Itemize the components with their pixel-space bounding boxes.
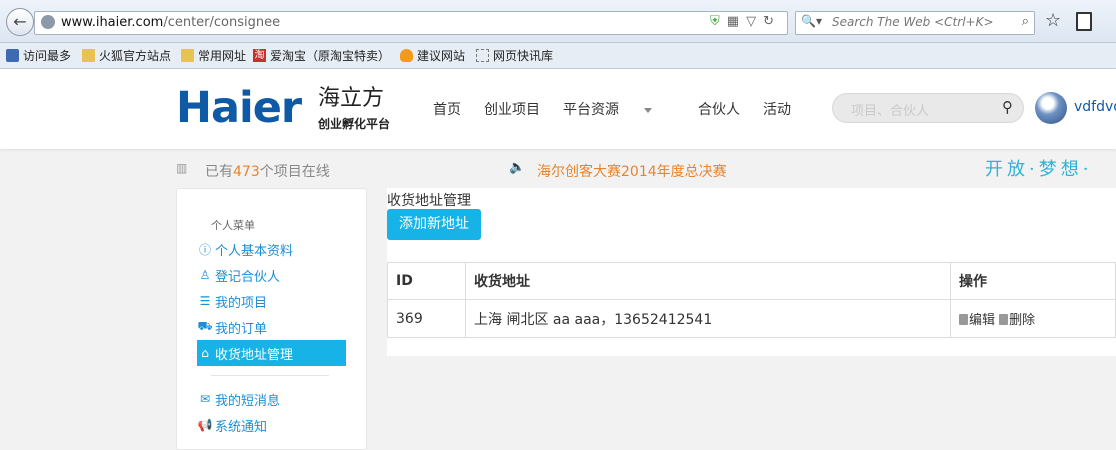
url-host: www.ihaier.com [61,15,164,30]
taobao-icon: 淘 [253,49,266,62]
bullhorn-icon: 📢 [197,418,213,432]
address-table: ID 收货地址 操作 369 上海 闸北区 aa aaa，13652412541… [387,262,1116,338]
edit-link[interactable]: 编辑 [959,313,995,328]
trash-icon [999,314,1009,325]
site-search-input[interactable]: 项目、合伙人 ⚲ [832,93,1024,123]
reload-icon[interactable]: ↻ [763,14,781,29]
reading-list-icon[interactable] [1076,12,1092,31]
sidebar-item-my-orders[interactable]: ⛟ 我的订单 [197,314,346,340]
dropdown-icon[interactable]: ▽ [746,14,763,29]
sidebar-item-my-projects[interactable]: ☰ 我的项目 [197,288,346,314]
qr-icon[interactable]: ▦ [727,14,746,29]
menu-title: 个人菜单 [211,219,255,232]
search-icon[interactable]: ⚲ [1002,98,1013,116]
logo-subtitle: 创业孵化平台 [318,117,391,131]
bar-chart-icon: ▥ [176,161,188,175]
search-engine-icon[interactable]: 🔍▾ [801,14,822,28]
cell-id: 369 [387,299,466,338]
url-path: /center/consignee [163,15,281,30]
bookmark-suggested-sites[interactable]: 建议网站 [400,47,465,64]
bookmark-folder-icon [6,49,19,62]
trash-icon [959,314,968,325]
sidebar-item-address[interactable]: ⌂ 收货地址管理 [197,340,346,366]
user-icon: ♙ [199,268,211,282]
shield-icon[interactable]: ⛨ [710,14,727,29]
nav-home[interactable]: 首页 [433,99,461,119]
haier-logo[interactable]: Haier [176,83,302,133]
bookmark-firefox-site[interactable]: 火狐官方站点 [82,47,171,64]
nav-events[interactable]: 活动 [763,99,791,119]
sidebar-item-register-partner[interactable]: ♙ 登记合伙人 [197,262,346,288]
url-text[interactable]: www.ihaier.com/center/consignee [61,15,280,30]
personal-menu: 个人菜单 ⓘ 个人基本资料 ♙ 登记合伙人 ☰ 我的项目 ⛟ 我的订单 ⌂ 收货地址管理 … [176,188,367,450]
page-title: 收货地址管理 [387,193,471,209]
caret-down-icon [644,107,652,113]
envelope-icon: ✉ [199,392,211,406]
browser-search-box[interactable]: 🔍▾ Search The Web <Ctrl+K> ⌕ [795,11,1035,35]
bookmark-common-sites[interactable]: 常用网址 [181,47,246,64]
address-panel: 收货地址管理 添加新地址 ID 收货地址 操作 369 上海 闸北区 aa aa… [387,188,1116,356]
cell-actions: 编辑 删除 [950,299,1116,338]
cell-address: 上海 闸北区 aa aaa，13652412541 [465,299,951,338]
bookmarks-bar: 访问最多 火狐官方站点 常用网址 淘爱淘宝（原淘宝特卖） 建议网站 网页快讯库 [0,43,1116,69]
nav-resources-label: 平台资源 [563,102,619,118]
info-icon: ⓘ [198,242,211,257]
cart-icon: ⛟ [197,319,213,333]
globe-icon [41,15,55,29]
folder-icon [82,49,95,62]
browser-search-placeholder: Search The Web <Ctrl+K> [832,15,994,29]
search-go-icon[interactable]: ⌕ [1022,14,1029,29]
bookmark-web-slices[interactable]: 网页快讯库 [476,47,553,64]
nav-projects[interactable]: 创业项目 [484,99,540,119]
column-header-id: ID [387,262,466,300]
site-header: Haier 海立方 创业孵化平台 首页 创业项目 平台资源 合伙人 活动 项目、… [0,69,1116,149]
sidebar-item-notifications[interactable]: 📢 系统通知 [197,412,346,438]
logo-chinese-name: 海立方 [318,86,385,111]
project-count: 473 [233,164,260,180]
sidebar-item-messages[interactable]: ✉ 我的短消息 [197,386,346,412]
column-header-address: 收货地址 [465,262,951,300]
back-button[interactable]: ← [6,8,34,36]
nav-partners[interactable]: 合伙人 [698,99,740,119]
table-header-row: ID 收货地址 操作 [387,262,1116,300]
column-header-actions: 操作 [950,262,1116,300]
home-icon: ⌂ [201,346,209,360]
web-slice-icon [476,49,489,62]
bookmark-star-icon[interactable]: ☆ [1045,10,1061,31]
add-address-button[interactable]: 添加新地址 [387,209,481,240]
urlbar-icons: ⛨▦▽↻ [710,14,781,29]
username[interactable]: vdfdvd [1074,99,1116,115]
main-nav: 首页 创业项目 平台资源 合伙人 活动 [433,99,814,119]
delete-link[interactable]: 删除 [999,313,1035,328]
list-icon: ☰ [199,294,211,308]
folder-icon [181,49,194,62]
bookmark-most-visited[interactable]: 访问最多 [6,47,71,64]
project-count-text: 已有473个项目在线 [205,164,330,180]
lightbulb-icon [400,49,413,62]
avatar[interactable] [1035,92,1067,124]
menu-divider [211,375,329,376]
browser-toolbar: ← www.ihaier.com/center/consignee ⛨▦▽↻ 🔍… [0,0,1116,43]
speaker-icon: 🔈 [509,160,526,175]
announcement-link[interactable]: 海尔创客大赛2014年度总决赛 [537,161,727,181]
table-row: 369 上海 闸北区 aa aaa，13652412541 编辑 删除 [387,299,1116,338]
bookmark-aitaobao[interactable]: 淘爱淘宝（原淘宝特卖） [253,47,390,64]
site-search-placeholder: 项目、合伙人 [851,104,930,119]
nav-resources[interactable]: 平台资源 [563,99,675,119]
address-bar[interactable]: www.ihaier.com/center/consignee ⛨▦▽↻ [34,11,788,35]
slogan: 开放·梦想· [985,159,1093,180]
sidebar-item-profile[interactable]: ⓘ 个人基本资料 [197,236,346,262]
